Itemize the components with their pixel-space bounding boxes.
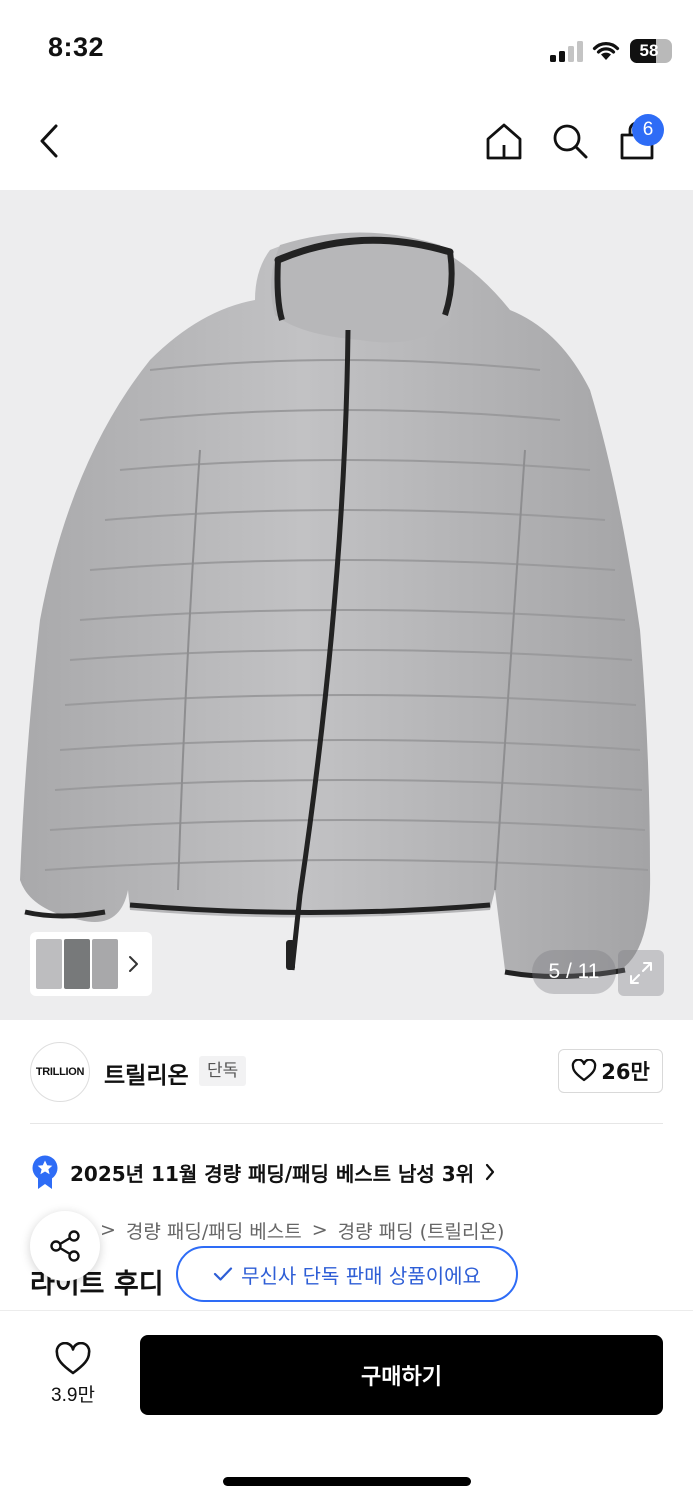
expand-icon xyxy=(630,962,652,984)
breadcrumb: > 경량 패딩/패딩 베스트 > 경량 패딩 (트릴리온) xyxy=(30,1214,504,1246)
home-indicator xyxy=(223,1477,471,1486)
back-button[interactable] xyxy=(22,113,78,169)
product-detail-screen: 8:32 58 6 5 / 11 TRILLION 트릴리온 단독 26만 20… xyxy=(0,0,693,1500)
thumbnail-image[interactable] xyxy=(36,939,62,989)
search-button[interactable] xyxy=(542,113,598,169)
top-nav-bar xyxy=(0,95,693,190)
wifi-icon xyxy=(592,42,620,60)
battery-icon: 58 xyxy=(630,39,672,63)
brand-like-button[interactable]: 26만 xyxy=(558,1049,663,1093)
share-icon xyxy=(50,1230,80,1262)
thumbnail-strip[interactable] xyxy=(30,932,152,996)
brand-like-count: 26만 xyxy=(601,1060,650,1084)
breadcrumb-separator: > xyxy=(311,1219,328,1241)
image-counter: 5 / 11 xyxy=(532,950,616,994)
thumbnail-image[interactable] xyxy=(92,939,118,989)
breadcrumb-item[interactable]: 경량 패딩 (트릴리온) xyxy=(338,1217,505,1244)
divider xyxy=(30,1123,663,1124)
share-button[interactable] xyxy=(30,1211,100,1281)
exclusive-tooltip: 무신사 단독 판매 상품이에요 xyxy=(176,1246,518,1302)
status-time: 8:32 xyxy=(48,32,105,62)
home-icon xyxy=(486,123,522,160)
ranking-badge-icon xyxy=(32,1155,58,1189)
brand-logo[interactable]: TRILLION xyxy=(30,1042,90,1102)
product-image-gallery[interactable]: 5 / 11 xyxy=(0,190,693,1020)
exclusive-tooltip-text: 무신사 단독 판매 상품이에요 xyxy=(241,1263,481,1288)
brand-name[interactable]: 트릴리온 xyxy=(104,1056,189,1090)
battery-level: 58 xyxy=(639,41,659,60)
wishlist-button[interactable]: 3.9만 xyxy=(30,1333,116,1415)
back-chevron-icon xyxy=(40,124,58,158)
chevron-right-icon xyxy=(129,956,138,972)
heart-icon xyxy=(55,1341,91,1374)
brand-row: TRILLION 트릴리온 단독 26만 xyxy=(0,1020,693,1124)
cart-count-badge: 6 xyxy=(632,114,664,146)
buy-button[interactable]: 구매하기 xyxy=(140,1335,663,1415)
bottom-action-bar: 3.9만 구매하기 xyxy=(0,1310,693,1500)
check-icon xyxy=(213,1267,233,1281)
product-image xyxy=(20,232,651,980)
cellular-signal-icon xyxy=(550,40,584,62)
expand-button[interactable] xyxy=(618,950,664,996)
ranking-text: 2025년 11월 경량 패딩/패딩 베스트 남성 3위 xyxy=(70,1161,475,1186)
status-bar: 8:32 58 xyxy=(0,0,693,95)
breadcrumb-separator: > xyxy=(100,1219,116,1241)
ranking-link[interactable]: 2025년 11월 경량 패딩/패딩 베스트 남성 3위 xyxy=(30,1150,496,1194)
wishlist-count: 3.9만 xyxy=(51,1384,95,1406)
breadcrumb-item[interactable]: 경량 패딩/패딩 베스트 xyxy=(126,1217,302,1244)
exclusive-badge: 단독 xyxy=(199,1056,247,1086)
chevron-right-icon xyxy=(486,1163,495,1181)
search-icon xyxy=(553,124,588,159)
heart-icon xyxy=(571,1059,597,1082)
thumbnail-image[interactable] xyxy=(64,939,90,989)
home-button[interactable] xyxy=(476,113,532,169)
